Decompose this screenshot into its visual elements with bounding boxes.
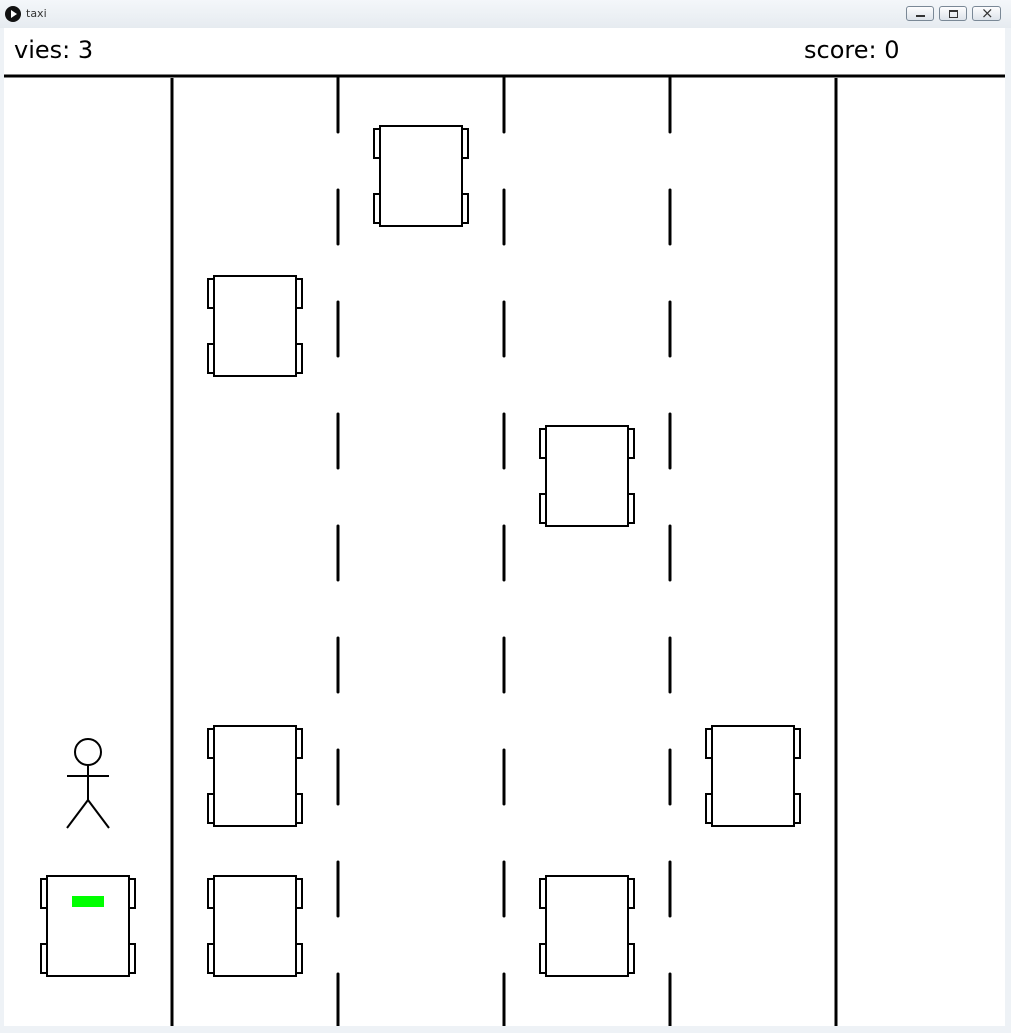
taxi-sign	[72, 896, 104, 907]
traffic-car	[207, 875, 303, 977]
traffic-car	[207, 275, 303, 377]
title-bar[interactable]: taxi	[0, 0, 1011, 28]
game-window: taxi vies: 3 score: 0	[0, 0, 1011, 1033]
traffic-car	[539, 875, 635, 977]
traffic-car	[207, 725, 303, 827]
traffic	[40, 125, 801, 977]
player-taxi	[40, 875, 136, 977]
passenger-stick-figure	[66, 738, 110, 829]
traffic-car	[705, 725, 801, 827]
play-icon	[5, 6, 21, 22]
traffic-car	[373, 125, 469, 227]
traffic-car	[539, 425, 635, 527]
road-scene	[4, 74, 1005, 1026]
game-canvas[interactable]: vies: 3 score: 0	[4, 28, 1005, 1026]
window-title: taxi	[26, 7, 47, 20]
maximize-button[interactable]	[939, 6, 967, 21]
minimize-button[interactable]	[906, 6, 934, 21]
close-button[interactable]	[972, 4, 1001, 22]
